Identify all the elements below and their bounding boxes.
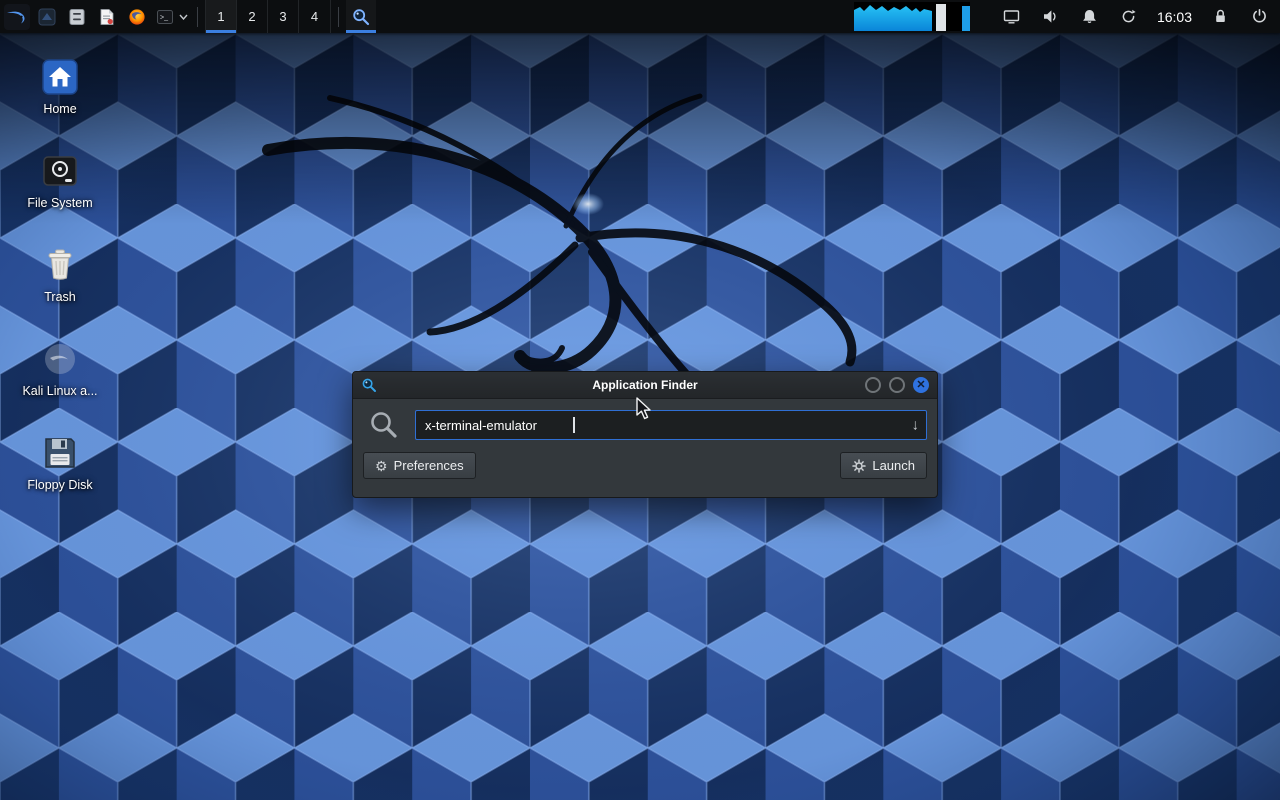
sync-icon[interactable] bbox=[1114, 0, 1144, 33]
launch-icon bbox=[852, 458, 867, 473]
desktop-icon-kali-docs[interactable]: Kali Linux a... bbox=[16, 340, 104, 398]
panel-separator bbox=[338, 6, 339, 27]
launch-label: Launch bbox=[872, 458, 915, 473]
desktop-icon-file-system[interactable]: File System bbox=[16, 152, 104, 210]
terminal-launcher[interactable]: >_ bbox=[152, 0, 178, 33]
file-system-icon bbox=[43, 156, 77, 186]
kali-dragon-icon bbox=[4, 3, 30, 30]
trash-icon bbox=[48, 249, 72, 280]
window-controls: ✕ bbox=[865, 377, 929, 393]
desktop-icon-label: File System bbox=[27, 196, 93, 210]
top-panel: >_ 1 2 3 4 16:03 bbox=[0, 0, 1280, 33]
floppy-disk-icon bbox=[45, 438, 75, 468]
text-editor-launcher[interactable] bbox=[92, 0, 122, 33]
application-finder-icon bbox=[362, 378, 376, 392]
firefox-icon bbox=[129, 8, 145, 25]
panel-left: >_ 1 2 3 4 bbox=[0, 0, 376, 33]
search-field-wrap: ↓ bbox=[415, 410, 927, 440]
titlebar[interactable]: Application Finder ✕ bbox=[353, 372, 937, 399]
lock-icon[interactable] bbox=[1205, 0, 1235, 33]
workspace-switcher: 1 2 3 4 bbox=[205, 0, 331, 33]
application-finder-window: Application Finder ✕ ↓ ⚙ Preferences bbox=[352, 371, 938, 498]
files-launcher[interactable] bbox=[32, 0, 62, 33]
desktop-icon-label: Trash bbox=[44, 290, 76, 304]
launch-button[interactable]: Launch bbox=[840, 452, 927, 479]
desktop-icon-label: Home bbox=[43, 102, 77, 116]
notifications-bell-icon[interactable] bbox=[1075, 0, 1105, 33]
kali-docs-icon bbox=[45, 344, 75, 374]
desktop-icon-label: Kali Linux a... bbox=[22, 384, 98, 398]
desktop: >_ 1 2 3 4 16:03 Home File System Trash … bbox=[0, 0, 1280, 800]
desktop-icon-label: Floppy Disk bbox=[27, 478, 93, 492]
document-icon bbox=[100, 8, 114, 25]
workspace-button-2[interactable]: 2 bbox=[237, 0, 268, 33]
desktop-icon-column: Home File System Trash Kali Linux a... F… bbox=[16, 58, 104, 492]
chevron-down-icon[interactable] bbox=[179, 14, 188, 20]
text-caret bbox=[573, 417, 575, 433]
search-icon bbox=[353, 8, 370, 25]
window-title: Application Finder bbox=[592, 378, 698, 392]
workspace-button-4[interactable]: 4 bbox=[299, 0, 330, 33]
finder-actions: ⚙ Preferences Launch bbox=[353, 447, 937, 479]
file-manager-launcher[interactable] bbox=[62, 0, 92, 33]
workspace-button-1[interactable]: 1 bbox=[206, 0, 237, 33]
panel-separator bbox=[197, 6, 198, 27]
workspace-button-3[interactable]: 3 bbox=[268, 0, 299, 33]
display-icon[interactable] bbox=[997, 0, 1027, 33]
application-finder-taskbar-icon[interactable] bbox=[346, 0, 376, 33]
file-cabinet-icon bbox=[69, 8, 85, 25]
preferences-label: Preferences bbox=[393, 458, 464, 473]
firefox-launcher[interactable] bbox=[122, 0, 152, 33]
clock[interactable]: 16:03 bbox=[1153, 9, 1196, 25]
desktop-icon-trash[interactable]: Trash bbox=[16, 246, 104, 304]
power-icon[interactable] bbox=[1244, 0, 1274, 33]
gear-icon: ⚙ bbox=[375, 457, 388, 474]
desktop-icon-home[interactable]: Home bbox=[16, 58, 104, 116]
panel-right: 16:03 bbox=[853, 0, 1280, 33]
close-button[interactable]: ✕ bbox=[913, 377, 929, 393]
search-icon bbox=[371, 412, 397, 438]
svg-text:>_: >_ bbox=[160, 14, 168, 21]
search-input[interactable] bbox=[415, 410, 927, 440]
kali-menu-button[interactable] bbox=[2, 0, 32, 33]
volume-icon[interactable] bbox=[1036, 0, 1066, 33]
minimize-button[interactable] bbox=[865, 377, 881, 393]
home-icon bbox=[42, 59, 78, 95]
dropdown-arrow-icon[interactable]: ↓ bbox=[912, 418, 920, 433]
maximize-button[interactable] bbox=[889, 377, 905, 393]
dark-app-icon bbox=[38, 8, 56, 25]
cpu-graph-icon bbox=[853, 2, 970, 31]
desktop-icon-floppy-disk[interactable]: Floppy Disk bbox=[16, 434, 104, 492]
terminal-icon: >_ bbox=[157, 9, 173, 24]
finder-body: ↓ bbox=[353, 399, 937, 447]
system-monitor-graph[interactable] bbox=[853, 2, 970, 31]
preferences-button[interactable]: ⚙ Preferences bbox=[363, 452, 476, 479]
